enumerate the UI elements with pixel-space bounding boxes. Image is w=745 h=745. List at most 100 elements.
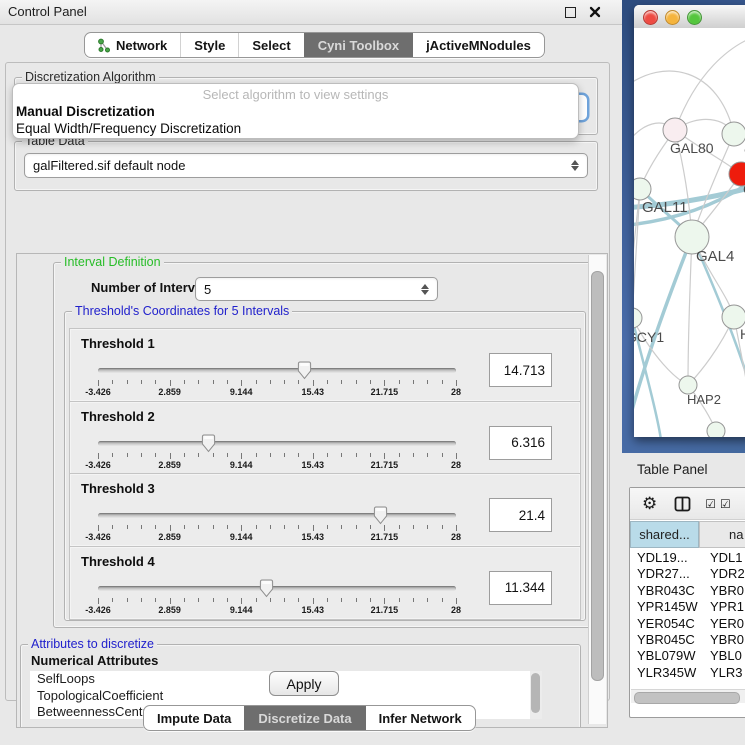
apply-button[interactable]: Apply [269,671,339,696]
table-row[interactable]: YDR27...YDR2 [630,566,745,582]
cell-name[interactable]: YPR1 [701,599,744,615]
vertical-scrollbar[interactable] [588,255,606,724]
minimize-traffic-light-icon[interactable] [665,10,680,25]
combo-spinner-icon[interactable] [421,284,429,295]
network-node-gcy1[interactable] [634,308,642,328]
network-edge[interactable] [688,237,692,385]
group-title: Interval Definition [61,255,164,269]
table-data-combobox[interactable]: galFiltered.sif default node [24,153,588,178]
network-window-titlebar[interactable] [634,5,745,29]
cell-shared-name[interactable]: YER054C [630,616,701,632]
cell-name[interactable]: YLR3 [701,665,743,681]
close-traffic-light-icon[interactable] [643,10,658,25]
threshold-slider[interactable]: -3.4262.8599.14415.4321.71528 [98,363,456,397]
threshold-value-field[interactable] [489,571,552,605]
cell-name[interactable]: YDR2 [701,566,745,582]
slider-tick [456,598,457,604]
slider-tick [170,598,171,604]
cell-name[interactable]: YBL0 [701,648,742,664]
cell-name[interactable]: YBR0 [701,583,744,599]
checkbox-icon[interactable]: ☑ [720,497,731,511]
slider-thumb[interactable] [259,579,274,598]
slider-tick [241,598,242,604]
slider-track[interactable] [98,586,456,591]
scrollbar-thumb[interactable] [634,692,740,704]
combo-spinner-icon[interactable] [571,160,579,171]
cell-shared-name[interactable]: YPR145W [630,599,701,615]
table-row[interactable]: YIL052CYIL0 [630,681,745,683]
tab-jactivemnodules[interactable]: jActiveMNodules [412,33,544,57]
float-window-icon[interactable] [565,7,576,18]
group-title: Threshold's Coordinates for 5 Intervals [72,304,292,318]
slider-tick-label: 15.43 [302,387,325,397]
bottom-tab-infer-network[interactable]: Infer Network [365,706,475,730]
checkbox-icon[interactable]: ☑ [705,497,716,511]
bottom-tab-impute-data[interactable]: Impute Data [144,706,244,730]
threshold-value-field[interactable] [489,353,552,387]
threshold-value-field[interactable] [489,426,552,460]
cell-shared-name[interactable]: YIL052C [630,681,701,683]
slider-tick-label: 21.715 [371,387,399,397]
horizontal-scrollbar[interactable] [631,689,745,703]
slider-thumb[interactable] [297,361,312,380]
slider-thumb[interactable] [201,434,216,453]
control-panel: Control Panel NetworkStyleSelectCyni Too… [0,0,622,745]
threshold-value-field[interactable] [489,498,552,532]
cell-shared-name[interactable]: YBR045C [630,632,701,648]
cell-name[interactable]: YBR0 [701,632,744,648]
tab-select[interactable]: Select [238,33,303,57]
cell-name[interactable]: YER0 [701,616,744,632]
slider-tick-label: 21.715 [371,605,399,615]
cell-shared-name[interactable]: YBL079W [630,648,701,664]
bottom-tab-discretize-data[interactable]: Discretize Data [244,706,364,730]
table-row[interactable]: YBR045CYBR0 [630,632,745,648]
columns-icon[interactable] [674,496,691,512]
network-node[interactable] [707,422,725,437]
slider-track[interactable] [98,368,456,373]
table-row[interactable]: YBL079WYBL0 [630,648,745,664]
column-header-shared-name[interactable]: shared... [630,521,699,548]
slider-tick [112,598,113,602]
dropdown-item-manual[interactable]: Manual Discretization [13,103,578,120]
cell-shared-name[interactable]: YDL19... [630,550,701,566]
num-intervals-combobox[interactable]: 5 [195,277,438,301]
table-row[interactable]: YER054CYER0 [630,616,745,632]
cell-shared-name[interactable]: YBR043C [630,583,701,599]
table-row[interactable]: YBR043CYBR0 [630,583,745,599]
threshold-panel-1: Threshold 1-3.4262.8599.14415.4321.71528 [69,328,581,402]
cell-name[interactable]: YDL1 [701,550,743,566]
tab-style[interactable]: Style [180,33,238,57]
network-view-window[interactable]: GAL80GACGAL11GAL4GCY1HHAP2 [634,5,745,437]
slider-tick [213,598,214,602]
network-edge[interactable] [634,431,716,437]
network-canvas[interactable]: GAL80GACGAL11GAL4GCY1HHAP2 [634,28,745,437]
slider-thumb[interactable] [373,506,388,525]
zoom-traffic-light-icon[interactable] [687,10,702,25]
cell-name[interactable]: YIL0 [701,681,737,683]
slider-track[interactable] [98,441,456,446]
network-edge[interactable] [634,189,640,383]
slider-track[interactable] [98,513,456,518]
dropdown-item-equal-width[interactable]: Equal Width/Frequency Discretization [13,120,578,137]
gear-icon[interactable]: ⚙ [642,494,657,514]
slider-tick [155,598,156,602]
close-icon[interactable] [589,6,601,18]
threshold-slider[interactable]: -3.4262.8599.14415.4321.71528 [98,581,456,615]
cell-shared-name[interactable]: YLR345W [630,665,701,681]
scrollbar-thumb[interactable] [591,271,604,681]
column-header-name[interactable]: na [699,521,745,548]
tab-cyni-toolbox[interactable]: Cyni Toolbox [304,33,412,57]
table-row[interactable]: YPR145WYPR1 [630,599,745,615]
tab-network[interactable]: Network [85,33,180,57]
slider-tick [127,453,128,457]
network-node-gal80[interactable] [663,118,687,142]
table-row[interactable]: YLR345WYLR3 [630,665,745,681]
network-node-ga[interactable] [722,122,745,146]
network-node-gal11[interactable] [634,178,651,200]
table-row[interactable]: YDL19...YDL1 [630,550,745,566]
network-edge[interactable] [675,36,745,130]
threshold-slider[interactable]: -3.4262.8599.14415.4321.71528 [98,436,456,470]
cell-shared-name[interactable]: YDR27... [630,566,701,582]
threshold-slider[interactable]: -3.4262.8599.14415.4321.71528 [98,508,456,542]
slider-tick [427,525,428,529]
